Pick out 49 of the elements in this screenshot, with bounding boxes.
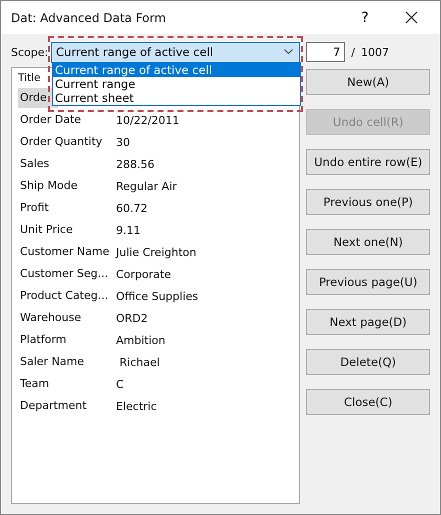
- field-value[interactable]: C: [116, 378, 124, 390]
- action-button[interactable]: Previous page(U): [306, 269, 430, 295]
- action-button[interactable]: Delete(Q): [306, 349, 430, 375]
- field-value[interactable]: Electric: [116, 400, 157, 412]
- field-value[interactable]: 288.56: [116, 158, 154, 170]
- field-label[interactable]: Team: [18, 374, 116, 394]
- scope-dropdown[interactable]: Current range of active cell: [51, 42, 300, 62]
- record-field[interactable]: 7: [306, 42, 346, 62]
- field-label[interactable]: Product Categ...: [18, 286, 116, 306]
- field-value[interactable]: 9.11: [116, 224, 140, 236]
- record-total: 1007: [361, 46, 390, 58]
- scope-label: Scope:: [11, 46, 50, 58]
- field-value[interactable]: Corporate: [116, 268, 171, 280]
- action-button[interactable]: Previous one(P): [306, 189, 430, 215]
- field-value[interactable]: Regular Air: [116, 180, 177, 192]
- field-label[interactable]: Sales: [18, 154, 116, 174]
- field-label[interactable]: Warehouse: [18, 308, 116, 328]
- field-value[interactable]: Richael: [116, 356, 160, 368]
- field-value[interactable]: 30: [116, 136, 130, 148]
- field-label[interactable]: Unit Price: [18, 220, 116, 240]
- field-label[interactable]: Customer Seg...: [18, 264, 116, 284]
- dropdown-option[interactable]: Current range: [53, 77, 300, 91]
- field-label[interactable]: Profit: [18, 198, 116, 218]
- field-label[interactable]: Customer Name: [18, 242, 116, 262]
- action-button[interactable]: New(A): [306, 69, 430, 95]
- field-label[interactable]: Saler Name: [18, 352, 116, 372]
- window-title: Dat: Advanced Data Form: [11, 10, 167, 24]
- action-button[interactable]: Undo entire row(E): [306, 149, 430, 175]
- field-value[interactable]: Julie Creighton: [116, 246, 196, 258]
- field-value[interactable]: Office Supplies: [116, 290, 198, 302]
- help-button[interactable]: ?: [342, 1, 388, 34]
- field-value[interactable]: 10/22/2011: [116, 114, 180, 126]
- field-label[interactable]: Platform: [18, 330, 116, 350]
- action-button[interactable]: Next one(N): [306, 229, 430, 255]
- field-label[interactable]: Order Date: [18, 110, 116, 130]
- field-label[interactable]: Order Quantity: [18, 132, 116, 152]
- separator-text: /: [351, 46, 356, 58]
- action-button[interactable]: Next page(D): [306, 309, 430, 335]
- field-value[interactable]: Ambition: [116, 334, 166, 346]
- chevron-down-icon: [284, 49, 294, 55]
- column-header: Title: [18, 71, 41, 86]
- dropdown-option[interactable]: Current range of active cell: [53, 63, 300, 77]
- field-value[interactable]: ORD2: [116, 312, 148, 324]
- field-label[interactable]: Department: [18, 396, 116, 416]
- close-icon: [404, 11, 418, 24]
- scope-value: Current range of active cell: [56, 45, 214, 59]
- field-value[interactable]: 60.72: [116, 202, 148, 214]
- action-button[interactable]: Close(C): [306, 389, 430, 415]
- field-label[interactable]: Ship Mode: [18, 176, 116, 196]
